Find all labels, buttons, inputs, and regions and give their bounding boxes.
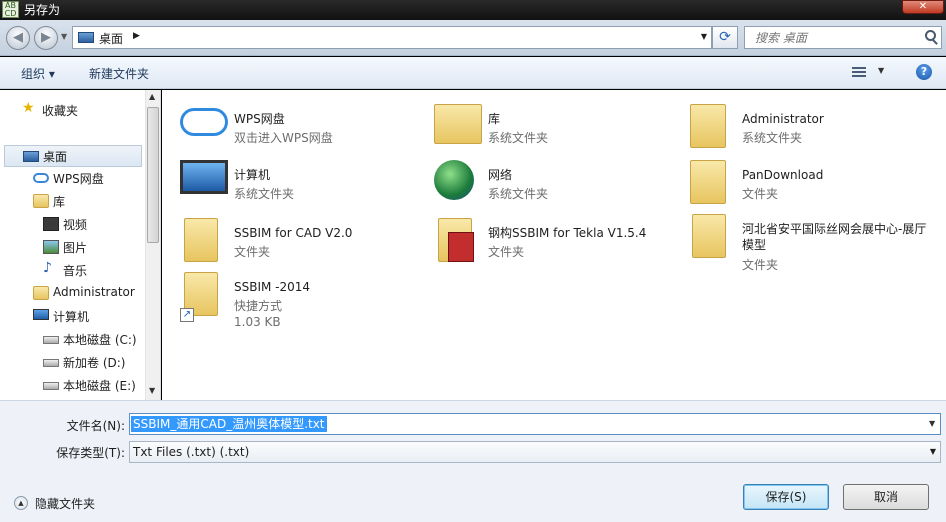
chevron-up-icon: ▲ bbox=[14, 496, 28, 510]
nav-item-videos[interactable]: 视频 bbox=[43, 214, 143, 234]
folder-icon bbox=[692, 214, 726, 258]
app-icon: AB CD bbox=[2, 1, 19, 18]
drive-icon bbox=[43, 336, 59, 344]
filename-label: 文件名(N): bbox=[66, 419, 125, 433]
user-folder-icon bbox=[33, 286, 49, 300]
address-bar[interactable]: 桌面 ▶ ▼ bbox=[72, 26, 712, 49]
drive-icon bbox=[43, 382, 59, 390]
title-bar: AB CD 另存为 ✕ bbox=[0, 0, 946, 20]
help-button[interactable]: ? bbox=[916, 64, 932, 80]
file-item-ssbim-cad[interactable]: SSBIM for CAD V2.0 文件夹 bbox=[162, 212, 412, 264]
file-item-ssbim-2014-shortcut[interactable]: ↗ SSBIM -2014 快捷方式 1.03 KB bbox=[162, 266, 412, 330]
filename-selected-text[interactable]: SSBIM_通用CAD_温州奥体模型.txt bbox=[131, 416, 327, 432]
view-options-icon bbox=[852, 67, 866, 79]
nav-item-drive-e[interactable]: 本地磁盘 (E:) bbox=[43, 375, 143, 395]
filetype-value: Txt Files (.txt) (.txt) bbox=[133, 445, 250, 459]
video-icon bbox=[43, 217, 59, 231]
chevron-down-icon: ▼ bbox=[878, 66, 885, 75]
folder-icon bbox=[184, 218, 218, 262]
close-button[interactable]: ✕ bbox=[902, 0, 944, 14]
nav-item-computer[interactable]: 计算机 bbox=[33, 306, 143, 326]
back-button[interactable]: ◀ bbox=[6, 26, 30, 50]
organize-button[interactable]: 组织 ▾ bbox=[21, 65, 55, 82]
file-item-administrator[interactable]: Administrator 系统文件夹 bbox=[670, 98, 920, 150]
filetype-label: 保存类型(T): bbox=[56, 446, 125, 460]
scrollbar-thumb[interactable] bbox=[147, 107, 159, 243]
cancel-button[interactable]: 取消 bbox=[843, 484, 929, 510]
breadcrumb-separator-icon[interactable]: ▶ bbox=[133, 31, 140, 41]
picture-icon bbox=[43, 240, 59, 254]
file-item-wps-cloud[interactable]: WPS网盘 双击进入WPS网盘 bbox=[162, 98, 412, 150]
shortcut-arrow-icon: ↗ bbox=[180, 308, 194, 322]
file-list: WPS网盘 双击进入WPS网盘 库 系统文件夹 Administrator 系统… bbox=[162, 90, 946, 400]
music-icon: ♪ bbox=[43, 260, 52, 276]
new-folder-button[interactable]: 新建文件夹 bbox=[89, 65, 149, 82]
search-icon[interactable] bbox=[925, 30, 936, 41]
nav-item-wps-cloud[interactable]: WPS网盘 bbox=[33, 168, 143, 188]
nav-item-library[interactable]: 库 bbox=[33, 191, 143, 211]
file-item-pandownload[interactable]: PanDownload 文件夹 bbox=[670, 154, 920, 206]
filename-dropdown-icon[interactable]: ▼ bbox=[929, 419, 935, 428]
command-bar: 组织 ▾ 新建文件夹 ▼ ? bbox=[0, 57, 946, 89]
chevron-down-icon: ▼ bbox=[929, 447, 936, 456]
cloud-icon bbox=[33, 173, 49, 183]
computer-icon bbox=[180, 160, 228, 194]
navigation-pane: ★ 收藏夹 桌面 WPS网盘 库 视频 图片 ♪ 音乐 Administrato… bbox=[0, 90, 161, 400]
save-form: 文件名(N): SSBIM_通用CAD_温州奥体模型.txt ▼ 保存类型(T)… bbox=[0, 400, 946, 522]
nav-item-desktop[interactable]: 桌面 bbox=[4, 145, 142, 167]
star-icon: ★ bbox=[22, 100, 35, 116]
change-view-button[interactable]: ▼ bbox=[852, 65, 890, 81]
drive-icon bbox=[43, 359, 59, 367]
user-folder-icon bbox=[690, 104, 726, 148]
nav-item-administrator[interactable]: Administrator bbox=[33, 283, 145, 303]
filetype-select[interactable]: Txt Files (.txt) (.txt) ▼ bbox=[129, 441, 941, 463]
nav-item-favorites[interactable]: ★ 收藏夹 bbox=[22, 100, 132, 120]
file-item-ssbim-tekla[interactable]: 钢构SSBIM for Tekla V1.5.4 文件夹 bbox=[416, 212, 666, 264]
network-icon bbox=[434, 160, 474, 200]
recent-pages-dropdown[interactable]: ▼ bbox=[61, 32, 67, 41]
nav-item-pictures[interactable]: 图片 bbox=[43, 237, 143, 257]
scroll-up-icon[interactable]: ▲ bbox=[149, 92, 155, 101]
scroll-down-icon[interactable]: ▼ bbox=[149, 386, 155, 395]
library-icon bbox=[33, 194, 49, 208]
folder-icon bbox=[690, 160, 726, 204]
cloud-icon bbox=[180, 108, 228, 136]
save-button[interactable]: 保存(S) bbox=[743, 484, 829, 510]
forward-button[interactable]: ▶ bbox=[34, 26, 58, 50]
address-dropdown-icon[interactable]: ▼ bbox=[701, 32, 707, 41]
nav-item-drive-d[interactable]: 新加卷 (D:) bbox=[43, 352, 143, 372]
breadcrumb-desktop[interactable]: 桌面 bbox=[99, 30, 123, 47]
refresh-button[interactable]: ⟳ bbox=[712, 26, 738, 49]
tekla-logo-icon bbox=[448, 232, 474, 262]
computer-icon bbox=[33, 309, 49, 320]
address-bar-area: ◀ ▶ ▼ 桌面 ▶ ▼ ⟳ bbox=[0, 20, 946, 56]
nav-scrollbar[interactable]: ▲ ▼ bbox=[145, 90, 160, 400]
file-item-exhibition-model[interactable]: 河北省安平国际丝网会展中心-展厅模型 文件夹 bbox=[670, 208, 926, 272]
search-input[interactable] bbox=[744, 26, 942, 49]
library-icon bbox=[434, 104, 482, 144]
nav-item-drive-c[interactable]: 本地磁盘 (C:) bbox=[43, 329, 143, 349]
window-title: 另存为 bbox=[24, 3, 61, 17]
file-item-computer[interactable]: 计算机 系统文件夹 bbox=[162, 154, 412, 206]
desktop-icon bbox=[78, 32, 94, 43]
file-item-library[interactable]: 库 系统文件夹 bbox=[416, 98, 666, 150]
file-item-network[interactable]: 网络 系统文件夹 bbox=[416, 154, 666, 206]
nav-item-music[interactable]: ♪ 音乐 bbox=[43, 260, 143, 280]
desktop-icon bbox=[23, 151, 39, 162]
